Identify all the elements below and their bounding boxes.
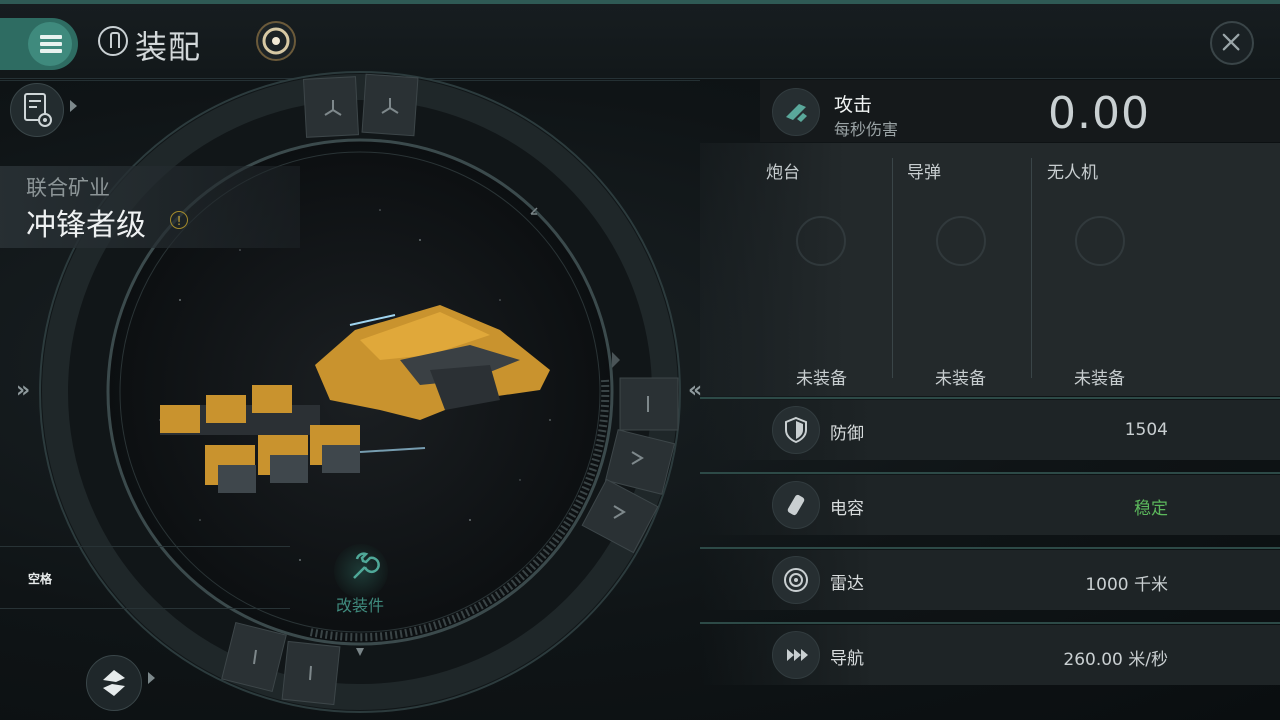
ship-corporation: 联合矿业	[26, 176, 110, 200]
missile-status: 未装备	[935, 369, 986, 389]
left-divider	[0, 546, 290, 547]
missile-label: 导弹	[907, 163, 941, 183]
radar-value: 1000 千米	[1085, 575, 1168, 595]
close-button[interactable]	[1210, 21, 1254, 65]
weapon-divider	[892, 158, 893, 378]
skills-icon	[103, 670, 125, 696]
left-divider	[0, 608, 290, 609]
warning-icon[interactable]: !	[170, 211, 188, 229]
missile-icon[interactable]	[936, 216, 986, 266]
drone-status: 未装备	[1074, 369, 1125, 389]
left-nav-chevron-icon[interactable]: »	[16, 378, 30, 403]
attack-subtitle: 每秒伤害	[834, 120, 899, 139]
weapon-divider	[1031, 158, 1032, 378]
close-icon	[1222, 33, 1240, 51]
drone-label: 无人机	[1047, 163, 1098, 183]
shield-icon	[772, 406, 820, 454]
modify-button[interactable]	[334, 544, 388, 598]
modify-label: 改装件	[336, 596, 385, 615]
drone-icon[interactable]	[1075, 216, 1125, 266]
row-separator	[700, 547, 1280, 549]
row-separator	[700, 397, 1280, 399]
ship-name: 冲锋者级	[26, 208, 146, 243]
radar-label: 雷达	[830, 574, 864, 594]
skills-button[interactable]	[86, 655, 142, 711]
turret-label: 炮台	[766, 163, 800, 183]
wrench-icon	[353, 552, 380, 579]
dps-value: 0.00	[1048, 88, 1150, 139]
navigation-icon	[772, 631, 820, 679]
attack-icon	[772, 88, 820, 136]
capacitor-value: 稳定	[1134, 499, 1168, 519]
navigation-value: 260.00 米/秒	[1063, 650, 1168, 670]
attack-title: 攻击	[834, 94, 873, 116]
row-separator	[700, 472, 1280, 474]
defense-value: 1504	[1124, 420, 1168, 440]
row-separator	[700, 622, 1280, 624]
radar-icon	[772, 556, 820, 604]
defense-label: 防御	[830, 424, 864, 444]
turret-status: 未装备	[796, 369, 847, 389]
skills-caret-icon	[148, 672, 155, 684]
empty-slot-label: 空格	[28, 572, 53, 586]
capacitor-icon	[772, 481, 820, 529]
turret-icon[interactable]	[796, 216, 846, 266]
capacitor-label: 电容	[830, 499, 864, 519]
navigation-label: 导航	[830, 649, 864, 669]
